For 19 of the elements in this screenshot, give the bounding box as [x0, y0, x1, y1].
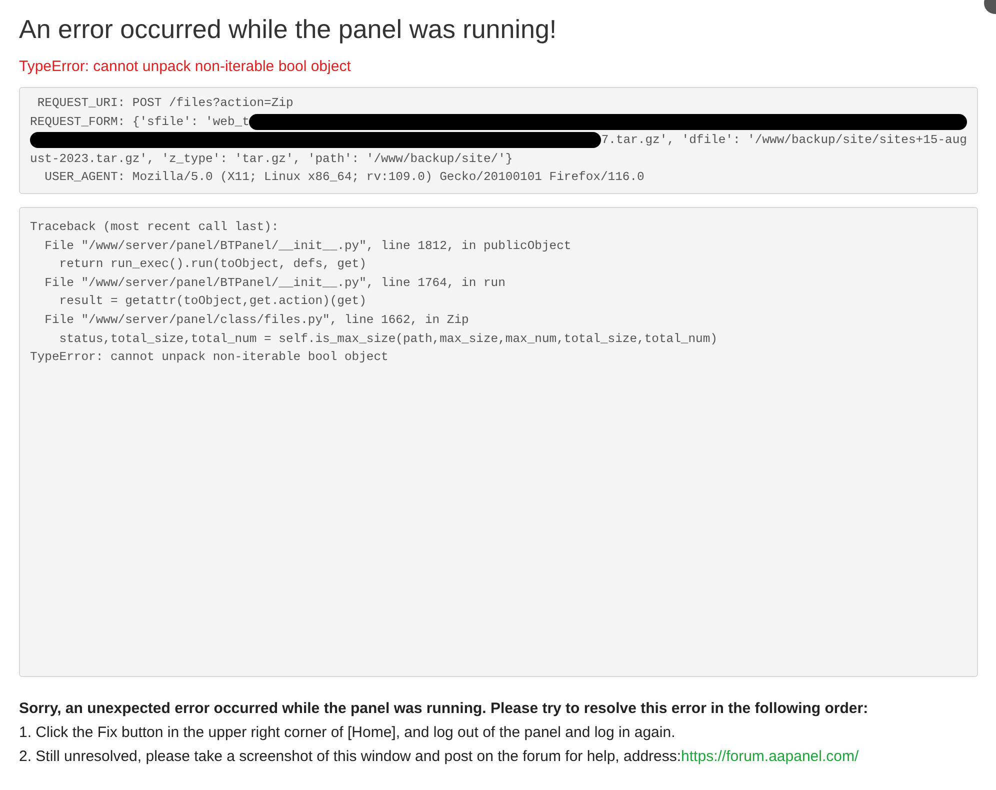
code-text: REQUEST_URI: POST /files?action=Zip [36, 95, 294, 112]
traceback-line: return run_exec().run(toObject, defs, get) [58, 256, 368, 274]
code-text: USER_AGENT: Mozilla/5.0 (X11; Linux x86_64; rv:109.0) Gecko/20100101 Firefox/116.0 [44, 169, 644, 186]
traceback-line: TypeError: cannot unpack non-iterable bool object [30, 349, 390, 366]
error-title: An error occurred while the panel was running! [19, 14, 558, 45]
traceback-line: Traceback (most recent call last): [30, 219, 280, 236]
help-step: 1. Click the Fix button in the upper right corner of [Home], and log out of the panel and log in again. [19, 724, 676, 741]
traceback-line: result = getattr(toObject,get.action)(get) [58, 293, 368, 310]
traceback-line: File "/www/server/panel/BTPanel/__init__.py", line 1764, in run [44, 274, 506, 292]
code-text: REQUEST_FORM: {'sfile': 'web_t [30, 114, 250, 131]
traceback-line: status,total_size,total_num = self.is_max_size(path,max_size,max_num,total_size,total_num) [58, 330, 718, 348]
forum-link[interactable]: https://forum.aapanel.com/ [681, 748, 859, 765]
help-step: 2. Still unresolved, please take a screenshot of this window and post on the forum for help, address: [19, 748, 682, 765]
traceback-line: File "/www/server/panel/BTPanel/__init__.py", line 1812, in publicObject [44, 238, 572, 255]
code-text: ust-2023.tar.gz', 'z_type': 'tar.gz', 'path': '/www/backup/site/'} [30, 150, 513, 168]
code-text: 7.tar.gz', 'dfile': '/www/backup/site/sites+15-aug [601, 132, 967, 150]
traceback-line: File "/www/server/panel/class/files.py", line 1662, in Zip [44, 312, 470, 329]
help-heading: Sorry, an unexpected error occurred while the panel was running. Please try to resolve this error in the following order: [19, 700, 868, 717]
error-message: TypeError: cannot unpack non-iterable bool object [19, 58, 352, 75]
